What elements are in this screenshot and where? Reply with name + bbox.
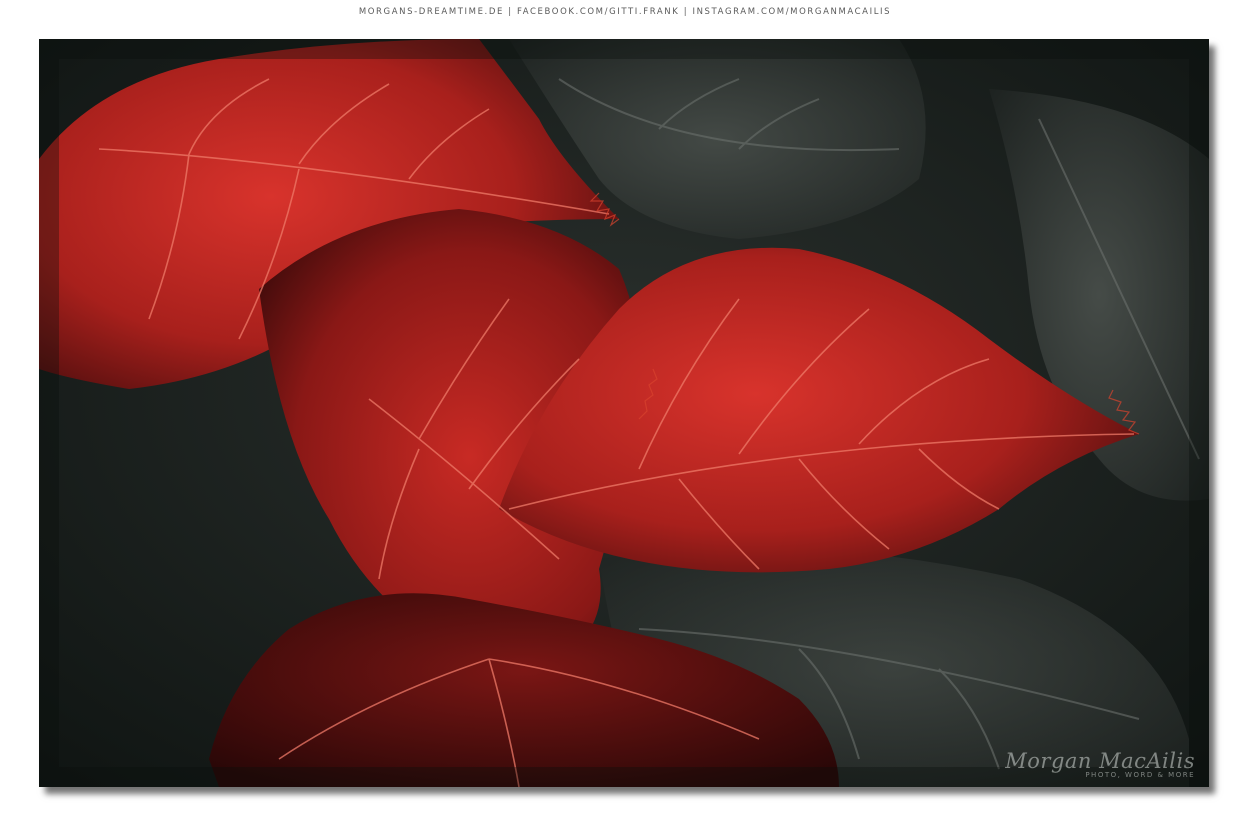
watermark-name: Morgan MacAilis [1005, 749, 1195, 773]
photo-frame: Morgan MacAilis PHOTO, WORD & MORE [39, 39, 1209, 787]
header-links: MORGANS-DREAMTIME.DE | FACEBOOK.COM/GITT… [358, 7, 892, 17]
watermark: Morgan MacAilis PHOTO, WORD & MORE [1005, 749, 1195, 779]
leaves-photo [39, 39, 1209, 787]
